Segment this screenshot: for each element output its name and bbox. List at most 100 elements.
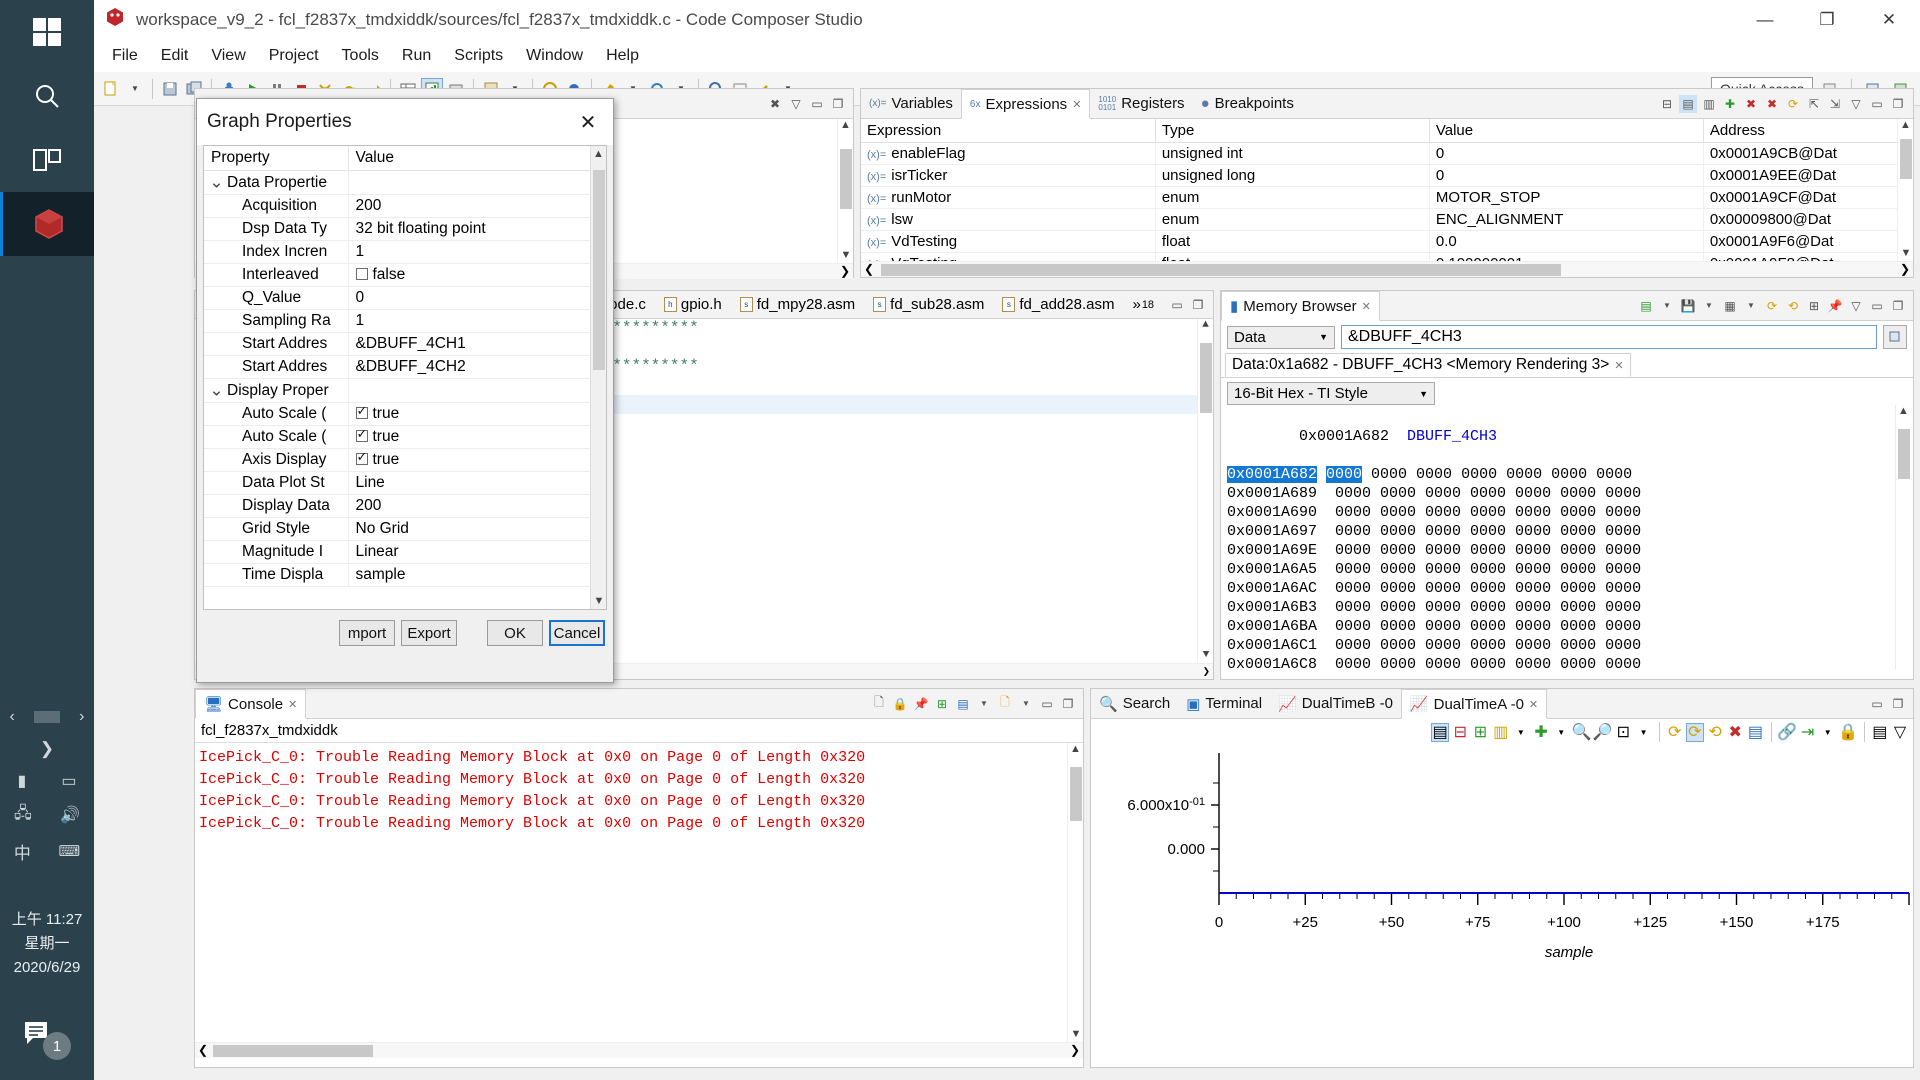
menu-scripts[interactable]: Scripts [444,44,513,68]
display-selected-console-icon[interactable]: ⊞ [933,695,951,713]
import-button[interactable]: mport [339,620,395,646]
editor-tab[interactable]: h gpio.h [655,294,731,315]
reset-graph-icon[interactable]: ⟲ [1706,723,1724,742]
memory-address[interactable]: 0x0001A6C8 [1227,656,1317,670]
memory-cells[interactable]: 0000 0000 0000 0000 0000 0000 0000 [1335,561,1641,578]
pin-console-icon[interactable]: 📌 [912,695,930,713]
new-console-dropdown-icon[interactable]: ▼ [1017,695,1035,713]
refresh-graph-icon[interactable]: ⟳ [1666,723,1684,742]
property-value[interactable]: 0 [348,286,606,310]
lock-graph-icon[interactable]: 🔒 [1838,723,1858,742]
menu-window[interactable]: Window [516,44,593,68]
column-header-type[interactable]: Type [1155,119,1430,143]
editor-tab[interactable]: s fd_add28.asm [993,294,1123,315]
minimize-panel-icon[interactable]: ▭ [1868,695,1886,713]
expressions-hscrollbar[interactable]: ❯ ❮ [861,261,1913,277]
property-row[interactable]: Start Addres &DBUFF_4CH2 [204,355,606,379]
menu-file[interactable]: File [102,44,148,68]
console-hscrollbar[interactable]: ❮ ❯ [195,1042,1083,1058]
memory-row[interactable]: 0x0001A690 0000 0000 0000 0000 0000 0000… [1227,503,1913,522]
memory-address[interactable]: 0x0001A6B3 [1227,599,1317,616]
memory-address[interactable]: 0x0001A6BA [1227,618,1317,635]
zoom-dropdown-icon[interactable]: ▼ [1634,723,1652,742]
tab-variables[interactable]: (x)= Variables [861,92,961,115]
tab-dualtimeb[interactable]: 📈 DualTimeB -0 [1270,692,1401,716]
save-memory-dropdown-icon[interactable]: ▼ [1700,297,1718,315]
scroll-right-icon[interactable]: ❯ [1900,262,1910,276]
editor-scrollbar[interactable]: ▲ ▼ [1197,319,1213,679]
property-row[interactable]: Acquisition 200 [204,194,606,218]
monitor-icon[interactable]: ▭ [61,771,76,791]
remove-all-icon[interactable]: ✖ [1763,95,1781,113]
property-group-label[interactable]: ⌄ Data Propertie [204,170,349,195]
memory-row[interactable]: 0x0001A682 0000 0000 0000 0000 0000 0000… [1227,465,1913,484]
memory-cells[interactable]: 0000 0000 0000 0000 0000 0000 0000 [1335,637,1641,654]
cancel-button[interactable]: Cancel [549,620,605,646]
property-value[interactable]: true [348,402,606,426]
tab-registers[interactable]: 1010 0101 Registers [1090,92,1192,115]
zoom-out-icon[interactable]: 🔎 [1593,723,1613,742]
scroll-down-icon[interactable]: ▼ [1068,1028,1083,1040]
maximize-panel-icon[interactable]: ❐ [829,95,847,113]
property-row[interactable]: Auto Scale (true [204,425,606,449]
task-view-icon[interactable] [0,128,94,192]
new-rendering-dropdown-icon[interactable]: ▼ [1658,297,1676,315]
menu-tools[interactable]: Tools [332,44,389,68]
new-rendering-icon[interactable]: ▤ [1637,297,1655,315]
property-value[interactable]: 1 [348,240,606,264]
property-row[interactable]: Interleaved false [204,263,606,287]
maximize-button[interactable]: ❐ [1796,0,1858,40]
scroll-up-icon[interactable]: ▲ [838,119,853,131]
memory-address[interactable]: 0x0001A697 [1227,523,1317,540]
editor-tab[interactable]: s fd_sub28.asm [864,294,993,315]
column-header-value[interactable]: Value [348,146,606,171]
table-row[interactable]: (x)= lsw enum ENC_ALIGNMENT 0x00009800@Dat [861,208,1913,231]
chevron-left-icon[interactable]: ‹ [10,708,15,726]
property-row[interactable]: Time Displa sample [204,563,606,587]
memory-row[interactable]: 0x0001A6AC 0000 0000 0000 0000 0000 0000… [1227,579,1913,598]
property-value[interactable]: Linear [348,540,606,564]
scroll-up-icon[interactable]: ▲ [1896,405,1911,417]
minimize-panel-icon[interactable]: ▭ [1868,95,1886,113]
align-dropdown-icon[interactable]: ▼ [1819,723,1837,742]
refresh-icon[interactable]: ⟳ [1784,95,1802,113]
export-button[interactable]: Export [401,620,457,646]
property-value[interactable]: true [348,425,606,449]
legend-icon[interactable]: ▤ [1871,723,1889,742]
device-icon[interactable]: ▮ [18,771,27,791]
tab-memory-browser[interactable]: ▮ Memory Browser ✕ [1221,291,1380,321]
close-icon[interactable]: ✕ [288,698,297,711]
property-row[interactable]: Sampling Ra 1 [204,309,606,333]
app-box-icon[interactable] [0,192,94,256]
minimize-panel-icon[interactable]: ▭ [1038,695,1056,713]
scroll-thumb[interactable] [593,170,605,370]
property-row[interactable]: Start Addres &DBUFF_4CH1 [204,332,606,356]
table-row[interactable]: (x)= runMotor enum MOTOR_STOP 0x0001A9CF@Da… [861,186,1913,209]
tab-dualtimea[interactable]: 📈 DualTimeA -0 ✕ [1400,689,1548,719]
refresh-icon[interactable]: ⟳ [1763,297,1781,315]
memory-row[interactable]: 0x0001A6C8 0000 0000 0000 0000 0000 0000… [1227,655,1913,670]
add-expression-icon[interactable]: ✚ [1721,95,1739,113]
new-icon[interactable] [100,78,122,100]
checkbox-checked-icon[interactable] [355,403,368,419]
save-icon[interactable] [159,78,181,100]
graph-view-menu-icon[interactable]: ▽ [1891,723,1909,742]
data-ruler-icon[interactable]: ⊞ [1471,723,1489,742]
property-value[interactable]: 200 [348,194,606,218]
maximize-panel-icon[interactable]: ❐ [1189,296,1207,314]
cell-value[interactable]: 0 [1429,142,1704,165]
pin-icon[interactable]: 📌 [1826,297,1844,315]
clear-graph-icon[interactable]: ✖ [1726,723,1744,742]
graph-properties-icon[interactable]: ▤ [1431,722,1450,742]
cell-value[interactable]: ENC_ALIGNMENT [1429,208,1704,231]
network-icon[interactable]: 🖧 [14,802,32,829]
memory-address[interactable]: 0x0001A689 [1227,485,1317,502]
close-icon[interactable]: ✕ [573,107,603,137]
memory-scrollbar[interactable]: ▲ [1895,405,1911,670]
scroll-right-icon[interactable]: ❯ [840,264,850,278]
chevron-down-icon[interactable]: ⌄ [209,172,223,193]
property-row[interactable]: Grid Style No Grid [204,517,606,541]
load-memory-dropdown-icon[interactable]: ▼ [1742,297,1760,315]
collapse-all-icon[interactable]: ⊟ [1658,95,1676,113]
tab-search[interactable]: 🔍 Search [1091,692,1178,716]
